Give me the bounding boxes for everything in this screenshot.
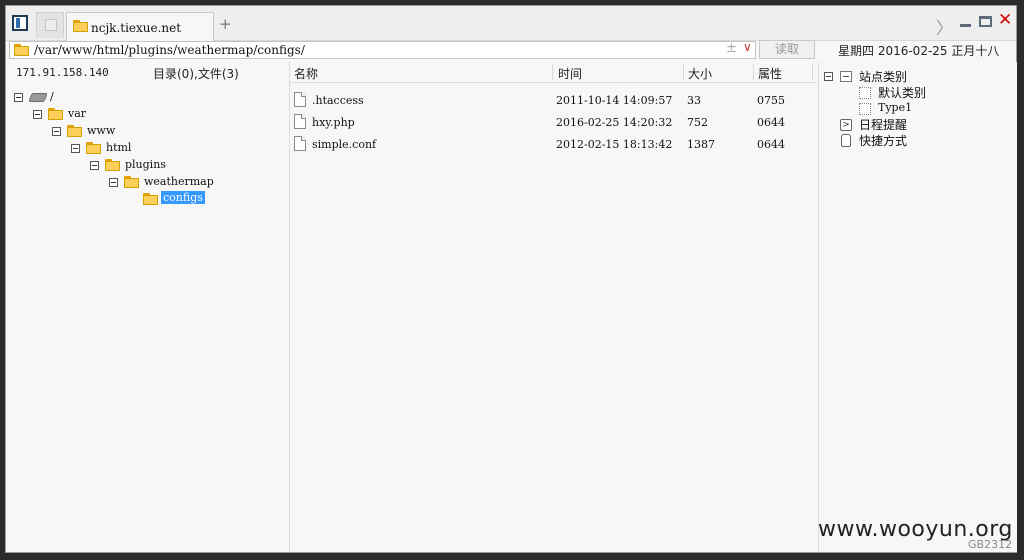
column-divider[interactable] bbox=[812, 64, 813, 80]
file-time: 2012-02-15 18:13:42 bbox=[556, 138, 673, 151]
file-perm: 0644 bbox=[757, 116, 785, 129]
collapse-icon[interactable] bbox=[109, 178, 118, 187]
folder-icon bbox=[67, 125, 82, 137]
file-icon bbox=[294, 136, 306, 151]
column-divider[interactable] bbox=[552, 64, 553, 80]
column-header-size[interactable]: 大小 bbox=[688, 65, 712, 82]
collapse-icon[interactable] bbox=[14, 93, 23, 102]
tree-label: / bbox=[50, 90, 54, 103]
column-divider[interactable] bbox=[683, 64, 684, 80]
dir-file-counts: 目录(0),文件(3) bbox=[153, 67, 239, 81]
minimize-button[interactable] bbox=[960, 24, 971, 27]
tree-label: plugins bbox=[125, 158, 166, 171]
category-icon bbox=[840, 71, 852, 82]
file-name: simple.conf bbox=[312, 138, 377, 151]
item-icon bbox=[859, 103, 871, 115]
site-types-node[interactable]: 站点类别 bbox=[819, 68, 1015, 84]
panel-toggle-icon[interactable] bbox=[12, 15, 28, 31]
column-header-attr[interactable]: 属性 bbox=[758, 65, 782, 82]
drive-icon bbox=[28, 93, 48, 102]
file-icon bbox=[294, 92, 306, 107]
file-name: .htaccess bbox=[312, 94, 364, 107]
tree-label-selected: configs bbox=[161, 191, 205, 204]
tree-node-plugins[interactable]: plugins bbox=[6, 157, 286, 173]
collapse-icon[interactable] bbox=[33, 110, 42, 119]
tree-node-www[interactable]: www bbox=[6, 123, 286, 139]
path-dropdown-icon[interactable]: ∨ bbox=[743, 40, 752, 54]
file-list-pane: 名称 时间 大小 属性 .htaccess 2011-10-14 14:09:5… bbox=[290, 62, 817, 552]
file-perm: 0755 bbox=[757, 94, 785, 107]
folder-icon bbox=[14, 44, 29, 56]
server-ip: 171.91.158.140 bbox=[16, 66, 109, 79]
default-type-node[interactable]: 默认类别 bbox=[819, 84, 1015, 100]
folder-icon bbox=[48, 108, 63, 120]
file-name: hxy.php bbox=[312, 116, 355, 129]
blank-page-icon bbox=[45, 19, 57, 31]
path-text: /var/www/html/plugins/weathermap/configs… bbox=[34, 43, 305, 57]
path-input[interactable]: /var/www/html/plugins/weathermap/configs… bbox=[9, 40, 756, 59]
hand-icon bbox=[841, 134, 851, 147]
tab-blank[interactable] bbox=[36, 12, 64, 38]
tree-label: html bbox=[106, 141, 132, 154]
tree-label: www bbox=[87, 124, 116, 137]
tree-node-configs[interactable]: configs bbox=[6, 191, 286, 207]
file-size: 33 bbox=[687, 94, 701, 107]
file-icon bbox=[294, 114, 306, 129]
file-manager-window: ncjk.tiexue.net + 〉 ✕ /var/www/html/plug… bbox=[5, 5, 1017, 553]
bookmarks-pane: 站点类别 默认类别 Type1 > 日程提醒 快捷方式 bbox=[818, 62, 1017, 552]
collapse-icon[interactable] bbox=[90, 161, 99, 170]
up-dir-icon[interactable]: ± bbox=[726, 41, 737, 56]
folder-icon bbox=[124, 176, 139, 188]
folder-icon bbox=[86, 142, 101, 154]
file-time: 2011-10-14 14:09:57 bbox=[556, 94, 673, 107]
chevron-right-icon[interactable]: 〉 bbox=[936, 14, 953, 39]
directory-tree-pane: 171.91.158.140 目录(0),文件(3) / var www htm… bbox=[6, 62, 290, 552]
close-button[interactable]: ✕ bbox=[998, 10, 1012, 30]
tree-node-root[interactable]: / bbox=[6, 89, 286, 105]
collapse-icon[interactable] bbox=[52, 127, 61, 136]
title-bar: ncjk.tiexue.net + 〉 ✕ bbox=[6, 6, 1016, 41]
folder-icon bbox=[73, 20, 88, 32]
item-icon bbox=[859, 87, 871, 99]
site-types-label: 站点类别 bbox=[859, 70, 908, 84]
collapse-icon[interactable] bbox=[71, 144, 80, 153]
folder-open-icon bbox=[143, 193, 158, 205]
file-row[interactable]: simple.conf 2012-02-15 18:13:42 1387 064… bbox=[290, 134, 817, 156]
file-row[interactable]: .htaccess 2011-10-14 14:09:57 33 0755 bbox=[290, 90, 817, 112]
shortcuts-label: 快捷方式 bbox=[859, 134, 908, 148]
tree-label: var bbox=[68, 107, 87, 120]
read-button[interactable]: 读取 bbox=[759, 40, 815, 59]
column-header-row: 名称 时间 大小 属性 bbox=[290, 62, 817, 83]
encoding-label: GB2312 bbox=[968, 538, 1013, 551]
type1-label: Type1 bbox=[878, 101, 913, 114]
tree-label: weathermap bbox=[144, 175, 214, 188]
default-type-label: 默认类别 bbox=[878, 86, 927, 100]
tree-node-html[interactable]: html bbox=[6, 140, 286, 156]
column-divider[interactable] bbox=[753, 64, 754, 80]
maximize-button[interactable] bbox=[979, 16, 992, 27]
type1-node[interactable]: Type1 bbox=[819, 100, 1015, 116]
clock-icon: > bbox=[840, 119, 852, 131]
file-size: 752 bbox=[687, 116, 708, 129]
schedule-label: 日程提醒 bbox=[859, 118, 908, 132]
shortcuts-node[interactable]: 快捷方式 bbox=[819, 132, 1015, 148]
file-time: 2016-02-25 14:20:32 bbox=[556, 116, 673, 129]
schedule-node[interactable]: > 日程提醒 bbox=[819, 116, 1015, 132]
calendar-date: 星期四 2016-02-25 正月十八 bbox=[838, 44, 1000, 58]
column-header-name[interactable]: 名称 bbox=[294, 65, 318, 82]
tree-node-var[interactable]: var bbox=[6, 106, 286, 122]
collapse-icon[interactable] bbox=[824, 72, 833, 81]
file-size: 1387 bbox=[687, 138, 715, 151]
folder-icon bbox=[105, 159, 120, 171]
file-row[interactable]: hxy.php 2016-02-25 14:20:32 752 0644 bbox=[290, 112, 817, 134]
column-header-time[interactable]: 时间 bbox=[558, 65, 582, 82]
new-tab-button[interactable]: + bbox=[219, 15, 232, 33]
tab-ncjk-tiexue[interactable]: ncjk.tiexue.net bbox=[66, 12, 214, 41]
tree-node-weathermap[interactable]: weathermap bbox=[6, 174, 286, 190]
file-perm: 0644 bbox=[757, 138, 785, 151]
tab-label: ncjk.tiexue.net bbox=[91, 21, 182, 35]
